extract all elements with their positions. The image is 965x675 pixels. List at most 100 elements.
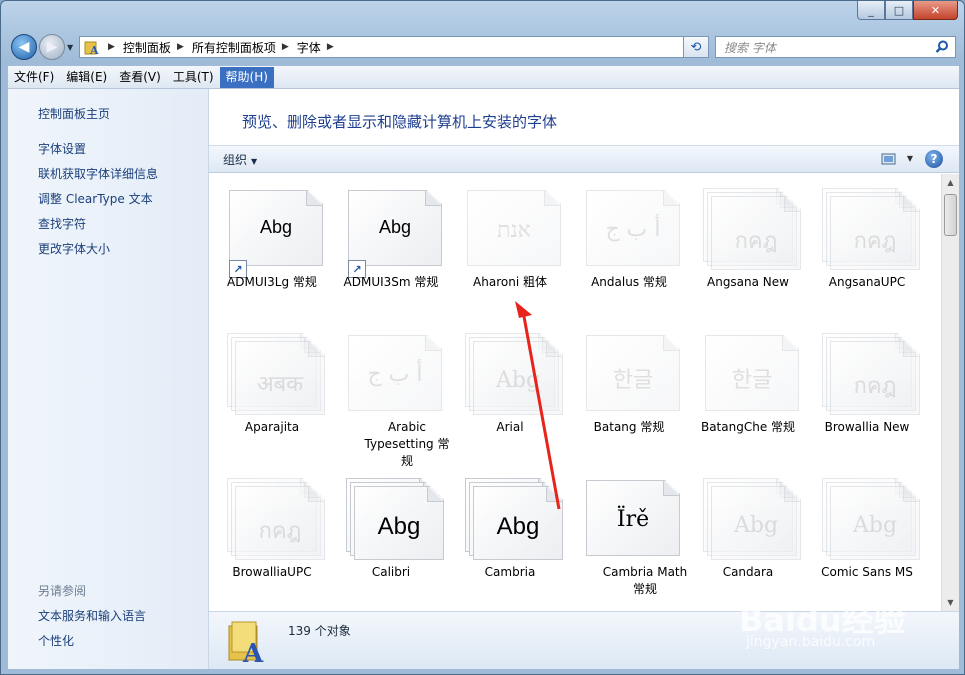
page-fold-icon — [784, 487, 800, 502]
menu-tools[interactable]: 工具(T) — [167, 67, 220, 88]
scrollbar-thumb[interactable] — [944, 194, 957, 236]
svg-text:A: A — [89, 44, 99, 55]
font-name: AngsanaUPC — [828, 275, 906, 289]
page-fold-icon — [903, 487, 919, 502]
font-name: BatangChe 常规 — [700, 420, 796, 434]
font-sample-text: Abg — [733, 513, 779, 538]
get-font-info-online-link[interactable]: 联机获取字体详细信息 — [38, 165, 158, 182]
forward-button[interactable]: ▶ — [39, 34, 65, 60]
breadcrumb-chevron-icon[interactable]: ▶ — [108, 42, 115, 52]
font-page-icon: Ïrě — [586, 480, 680, 556]
font-name: BrowalliaUPC — [232, 565, 312, 579]
font-sample-text: Abg — [259, 217, 293, 237]
change-font-size-link[interactable]: 更改字体大小 — [38, 240, 110, 257]
font-settings-link[interactable]: 字体设置 — [38, 140, 86, 157]
font-sample-text: กคฎ — [734, 229, 778, 254]
font-thumbnail-icon: أ ب ج — [584, 188, 680, 266]
font-name: ADMUI3Sm 常规 — [343, 275, 439, 289]
font-page-icon: Abg — [348, 190, 442, 266]
breadcrumb-chevron-icon[interactable]: ▶ — [282, 42, 289, 52]
font-name: ADMUI3Lg 常规 — [227, 275, 317, 289]
font-sample-text: กคฎ — [258, 519, 302, 544]
font-page-icon: กคฎ — [830, 196, 920, 270]
caption-buttons: _ □ ✕ — [857, 1, 958, 20]
font-thumbnail-icon: 한글 — [703, 333, 799, 411]
page-fold-icon — [903, 197, 919, 212]
menu-help[interactable]: 帮助(H) — [219, 66, 274, 88]
personalization-link[interactable]: 个性化 — [38, 632, 74, 649]
page-fold-icon — [546, 487, 562, 502]
close-button[interactable]: ✕ — [913, 1, 958, 20]
view-options-dropdown-icon[interactable]: ▼ — [907, 154, 913, 163]
address-bar[interactable]: A ▶ 控制面板 ▶ 所有控制面板项 ▶ 字体 ▶ ▼ — [79, 36, 709, 58]
fonts-folder-icon: A — [82, 38, 102, 56]
control-panel-home-link[interactable]: 控制面板主页 — [38, 105, 110, 122]
back-button[interactable]: ◀ — [11, 34, 37, 60]
minimize-button[interactable]: _ — [857, 1, 885, 20]
adjust-cleartype-link[interactable]: 调整 ClearType 文本 — [38, 190, 153, 207]
font-name: Andalus 常规 — [591, 275, 667, 289]
menu-edit[interactable]: 编辑(E) — [60, 67, 113, 88]
fonts-folder-icon: A — [228, 621, 264, 664]
change-view-icon[interactable] — [881, 152, 897, 166]
page-fold-icon — [903, 342, 919, 357]
search-input[interactable]: 搜索 字体 — [715, 36, 956, 58]
font-sample-text: กคฎ — [853, 229, 897, 254]
font-sample-text: Abg — [852, 513, 898, 538]
font-name: Calibri — [371, 565, 411, 579]
font-name: Arial — [496, 420, 524, 434]
refresh-button[interactable]: ⟲ — [683, 36, 709, 58]
find-character-link[interactable]: 查找字符 — [38, 215, 86, 232]
font-page-icon: Abg — [473, 341, 563, 415]
page-fold-icon — [308, 487, 324, 502]
font-name: Arabic Typesetting 常规 — [364, 420, 450, 468]
page-fold-icon — [546, 342, 562, 357]
font-sample-text: กคฎ — [853, 374, 897, 399]
font-thumbnail-icon: أ ب ج — [346, 333, 442, 411]
explorer-window: _ □ ✕ ◀ ▶ ▼ A ▶ 控制面板 ▶ 所有控制面板项 ▶ 字体 ▶ ▼ … — [0, 0, 965, 675]
breadcrumb-chevron-icon[interactable]: ▶ — [327, 42, 334, 52]
font-thumbnail-icon: Abg ↗ — [227, 188, 323, 278]
scroll-up-icon[interactable]: ▲ — [942, 174, 959, 191]
font-page-icon: กคฎ — [830, 341, 920, 415]
page-fold-icon — [663, 191, 679, 206]
font-name: Candara — [722, 565, 774, 579]
font-page-icon: Abg — [830, 486, 920, 560]
search-placeholder: 搜索 字体 — [724, 40, 776, 55]
scroll-down-icon[interactable]: ▼ — [942, 594, 959, 611]
see-also-heading: 另请参阅 — [38, 584, 87, 598]
font-thumbnail-icon: กคฎ — [227, 478, 325, 560]
vertical-scrollbar[interactable]: ▲ ▼ — [941, 174, 959, 611]
font-thumbnail-icon: Abg — [703, 478, 801, 560]
page-fold-icon — [782, 336, 798, 351]
text-services-link[interactable]: 文本服务和输入语言 — [38, 607, 146, 624]
recent-pages-dropdown[interactable]: ▼ — [67, 43, 73, 52]
page-fold-icon — [544, 191, 560, 206]
font-sample-text: Abg — [378, 217, 412, 237]
page-fold-icon — [306, 191, 322, 206]
font-sample-text: אנת — [497, 218, 531, 243]
breadcrumb-chevron-icon[interactable]: ▶ — [177, 42, 184, 52]
menu-file[interactable]: 文件(F) — [8, 67, 60, 88]
page-fold-icon — [308, 342, 324, 357]
font-name: Cambria — [484, 565, 536, 579]
task-pane: 控制面板主页 字体设置 联机获取字体详细信息 调整 ClearType 文本 查… — [8, 89, 209, 669]
font-page-icon: Abg — [354, 486, 444, 560]
font-page-icon: أ ب ج — [586, 190, 680, 266]
font-sample-text: Abg — [377, 513, 421, 540]
help-icon[interactable]: ? — [925, 150, 943, 168]
maximize-button[interactable]: □ — [885, 1, 913, 20]
search-icon[interactable] — [935, 40, 949, 54]
menu-view[interactable]: 查看(V) — [113, 67, 167, 88]
breadcrumb-all-items[interactable]: 所有控制面板项 — [192, 39, 276, 56]
breadcrumb-control-panel[interactable]: 控制面板 — [123, 39, 171, 56]
font-thumbnail-icon: अबक — [227, 333, 325, 415]
font-name: Browallia New — [824, 420, 910, 434]
page-fold-icon — [427, 487, 443, 502]
font-name: Aparajita — [244, 420, 300, 434]
font-thumbnail-icon: กคฎ — [703, 188, 801, 270]
breadcrumb-fonts[interactable]: 字体 — [297, 39, 321, 56]
organize-button[interactable]: 组织 ▼ — [223, 151, 257, 168]
font-page-icon: 한글 — [586, 335, 680, 411]
font-sample-text: 한글 — [612, 368, 654, 393]
